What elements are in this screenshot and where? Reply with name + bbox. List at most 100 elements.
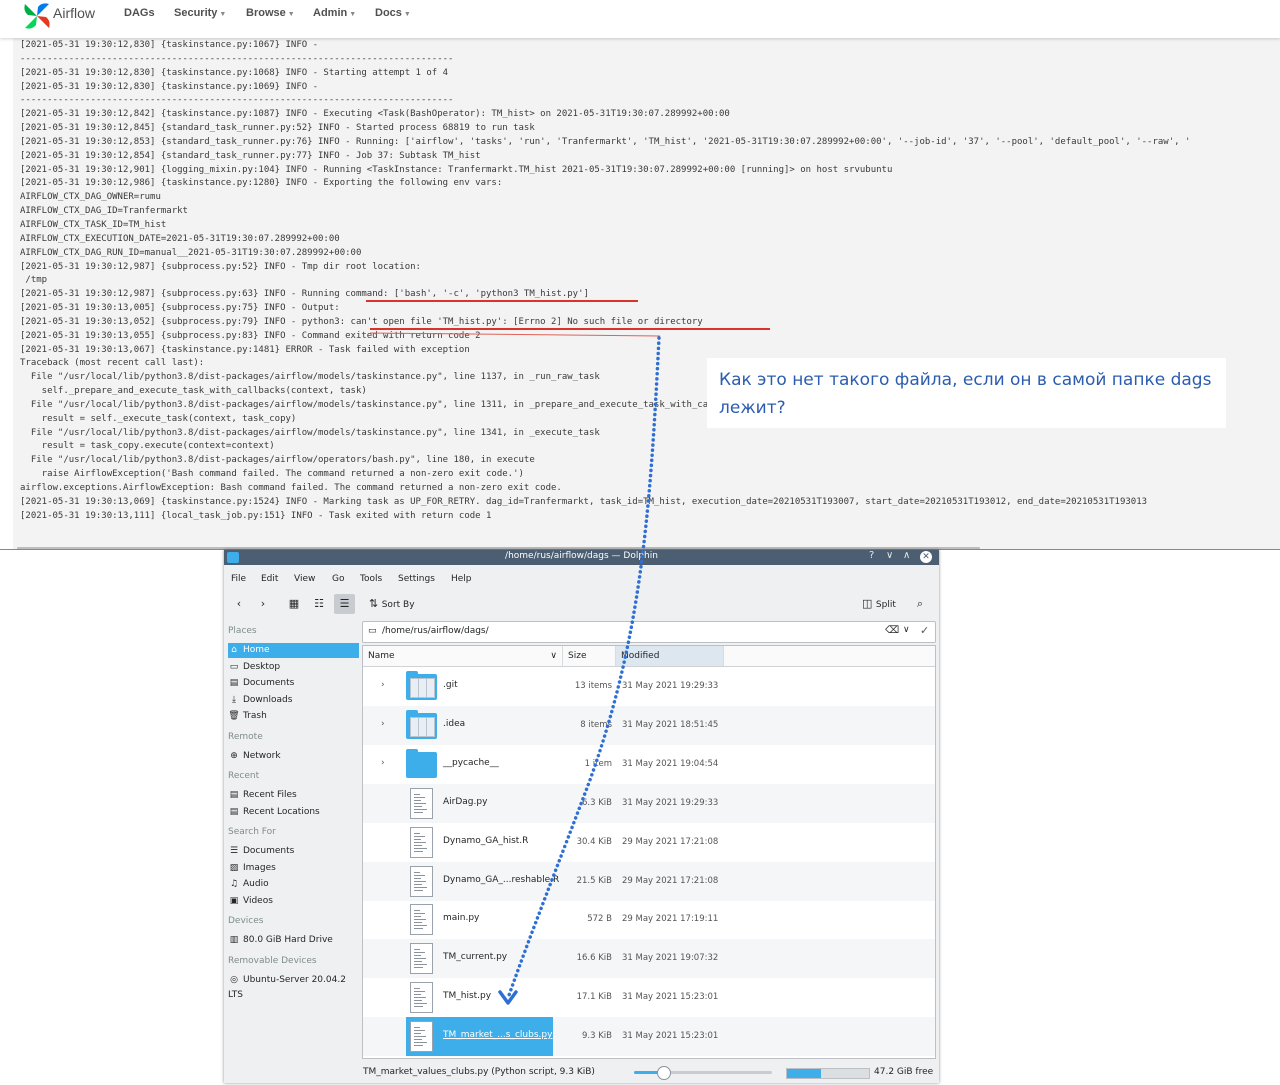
split-label: Split xyxy=(875,600,896,610)
airflow-logo-icon[interactable] xyxy=(22,1,52,31)
places-item-trash[interactable]: 🗑 Trash xyxy=(228,709,359,724)
close-button[interactable]: ✕ xyxy=(920,551,932,563)
details-view-icon[interactable]: ☰ xyxy=(334,594,355,614)
back-arrow-icon[interactable]: ‹ xyxy=(232,594,246,614)
places-item-downloads[interactable]: ⤓ Downloads xyxy=(228,693,359,708)
file-row[interactable]: › .idea 8 items 31 May 2021 18:51:45 xyxy=(363,705,935,745)
file-size: 6.3 KiB xyxy=(582,797,612,808)
log-line: [2021-05-31 19:30:13,111] {local_task_jo… xyxy=(20,510,492,521)
toolbar: ‹ › ▦ ☷ ☰ ⇅ Sort By ◫ Split ⌕ xyxy=(224,591,939,617)
column-size[interactable]: Size xyxy=(563,646,616,666)
compact-view-icon[interactable]: ☷ xyxy=(310,594,328,614)
zoom-slider[interactable] xyxy=(634,1066,772,1080)
places-item-ubuntu-server-20-04-2-lts[interactable]: ◎ Ubuntu-Server 20.04.2 LTS xyxy=(228,973,359,1000)
maximize-button[interactable]: ∧ xyxy=(903,550,910,561)
file-row[interactable]: Dynamo_GA_hist.R 30.4 KiB 29 May 2021 17:2… xyxy=(363,823,935,862)
menu-go[interactable]: Go xyxy=(332,574,344,584)
clear-location-icon[interactable]: ⌫ xyxy=(885,625,899,636)
search-icon[interactable]: ⌕ xyxy=(912,594,928,614)
split-button[interactable]: ◫ Split xyxy=(862,594,907,614)
column-name[interactable]: Name ∨ xyxy=(363,646,563,666)
file-row[interactable]: TM_current.py 16.6 KiB 31 May 2021 19:07:3… xyxy=(363,939,935,979)
places-item-label: Home xyxy=(243,645,270,655)
places-item-documents[interactable]: ▤ Documents xyxy=(228,676,359,691)
menu-tools[interactable]: Tools xyxy=(360,574,382,584)
places-item-videos[interactable]: ▣ Videos xyxy=(228,894,359,909)
expand-chevron-icon[interactable]: › xyxy=(381,758,385,768)
search-documents-icon: ☰ xyxy=(229,846,239,856)
log-line: [2021-05-31 19:30:12,845] {standard_task… xyxy=(20,123,535,134)
nav-dags[interactable]: DAGs xyxy=(124,7,155,19)
help-button[interactable]: ? xyxy=(869,550,874,561)
menu-settings[interactable]: Settings xyxy=(398,574,435,584)
places-item-documents[interactable]: ☰ Documents xyxy=(228,844,359,859)
window-titlebar[interactable]: /home/rus/airflow/dags — Dolphin ? ∨ ∧ ✕ xyxy=(224,550,939,565)
file-modified: 31 May 2021 19:07:32 xyxy=(622,953,719,964)
menu-view[interactable]: View xyxy=(294,574,315,584)
log-line: ----------------------------------------… xyxy=(20,95,454,106)
log-line: result = task_copy.execute(context=conte… xyxy=(20,441,275,452)
trash-icon: 🗑 xyxy=(228,711,240,721)
nav-security[interactable]: Security ▼ xyxy=(174,7,226,19)
forward-arrow-icon[interactable]: › xyxy=(256,594,270,614)
confirm-location-icon[interactable]: ✓ xyxy=(920,624,929,637)
places-item-home[interactable]: ⌂ Home xyxy=(228,643,359,658)
file-view: Name ∨ Size Modified › .git 13 items 31 May … xyxy=(362,645,936,1059)
nav-browse[interactable]: Browse ▼ xyxy=(246,7,295,19)
free-space-text: 47.2 GiB free xyxy=(874,1067,934,1077)
places-item-network[interactable]: ⊕ Network xyxy=(228,749,359,764)
caret-down-icon: ▼ xyxy=(349,11,357,18)
menu-edit[interactable]: Edit xyxy=(261,574,278,584)
places-item-desktop[interactable]: ▭ Desktop xyxy=(228,660,359,675)
column-modified[interactable]: Modified xyxy=(616,646,724,666)
minimize-button[interactable]: ∨ xyxy=(886,550,893,561)
places-item-images[interactable]: ▨ Images xyxy=(228,861,359,876)
places-item-label: Ubuntu-Server 20.04.2 LTS xyxy=(228,974,346,1000)
places-header: Remote xyxy=(228,731,263,742)
places-item-audio[interactable]: ♫ Audio xyxy=(228,877,359,892)
file-row[interactable]: › .git 13 items 31 May 2021 19:29:33 xyxy=(363,667,935,706)
places-header: Places xyxy=(228,626,257,636)
nav-label: Browse xyxy=(246,7,286,19)
underline-running-command xyxy=(366,300,638,302)
file-row[interactable]: main.py 572 B 29 May 2021 17:19:11 xyxy=(363,900,935,939)
window-title: /home/rus/airflow/dags — Dolphin xyxy=(505,551,658,561)
places-item-label: Documents xyxy=(243,678,295,688)
text-file-icon xyxy=(406,943,437,975)
file-modified: 31 May 2021 19:04:54 xyxy=(622,758,719,769)
nav-admin[interactable]: Admin ▼ xyxy=(313,7,356,19)
underline-cant-open-file xyxy=(370,328,770,330)
location-bar[interactable]: ▭ /home/rus/airflow/dags/ ⌫ ∨ xyxy=(362,621,936,643)
log-line: [2021-05-31 19:30:13,055] {subprocess.py… xyxy=(20,330,481,341)
images-icon: ▨ xyxy=(229,862,239,873)
log-line: [2021-05-31 19:30:12,987] {subprocess.py… xyxy=(20,261,421,272)
places-item-80-0-gib-hard-drive[interactable]: ▥ 80.0 GiB Hard Drive xyxy=(228,933,359,948)
file-row[interactable]: › __pycache__ 1 item 31 May 2021 19:04:54 xyxy=(363,745,935,784)
places-item-label: 80.0 GiB Hard Drive xyxy=(243,935,333,945)
sort-by-button[interactable]: ⇅ Sort By xyxy=(369,594,429,614)
file-row[interactable]: TM_hist.py 17.1 KiB 31 May 2021 15:23:01 xyxy=(363,978,935,1017)
location-path[interactable]: /home/rus/airflow/dags/ xyxy=(382,626,489,636)
menu-help[interactable]: Help xyxy=(451,574,472,584)
expand-chevron-icon[interactable]: › xyxy=(381,719,385,729)
menu-file[interactable]: File xyxy=(231,574,246,584)
places-item-recent-files[interactable]: ▤ Recent Files xyxy=(228,788,359,803)
file-row[interactable]: AirDag.py 6.3 KiB 31 May 2021 19:29:33 xyxy=(363,783,935,823)
places-item-recent-locations[interactable]: ▤ Recent Locations xyxy=(228,805,359,820)
icons-view-icon[interactable]: ▦ xyxy=(285,594,303,614)
nav-docs[interactable]: Docs ▼ xyxy=(375,7,411,19)
file-size: 17.1 KiB xyxy=(576,992,612,1003)
file-modified: 29 May 2021 17:21:08 xyxy=(622,875,719,886)
chevron-down-icon[interactable]: ∨ xyxy=(903,625,910,635)
file-size: 13 items xyxy=(574,681,612,691)
downloads-icon: ⤓ xyxy=(232,694,236,705)
airflow-brand[interactable]: Airflow xyxy=(53,5,95,21)
expand-chevron-icon[interactable]: › xyxy=(381,680,385,690)
column-header: Name ∨ Size Modified xyxy=(363,646,935,667)
file-size: 30.4 KiB xyxy=(576,836,612,847)
dolphin-window: /home/rus/airflow/dags — Dolphin ? ∨ ∧ ✕… xyxy=(224,550,939,1083)
file-row[interactable]: Dynamo_GA_...reshable.R 21.5 KiB 29 May 20… xyxy=(363,861,935,901)
recent-files-icon: ▤ xyxy=(229,790,239,800)
zoom-slider-handle[interactable] xyxy=(657,1066,671,1080)
file-row[interactable]: TM_market_...s_clubs.py 9.3 KiB 31 May 202… xyxy=(363,1017,935,1057)
